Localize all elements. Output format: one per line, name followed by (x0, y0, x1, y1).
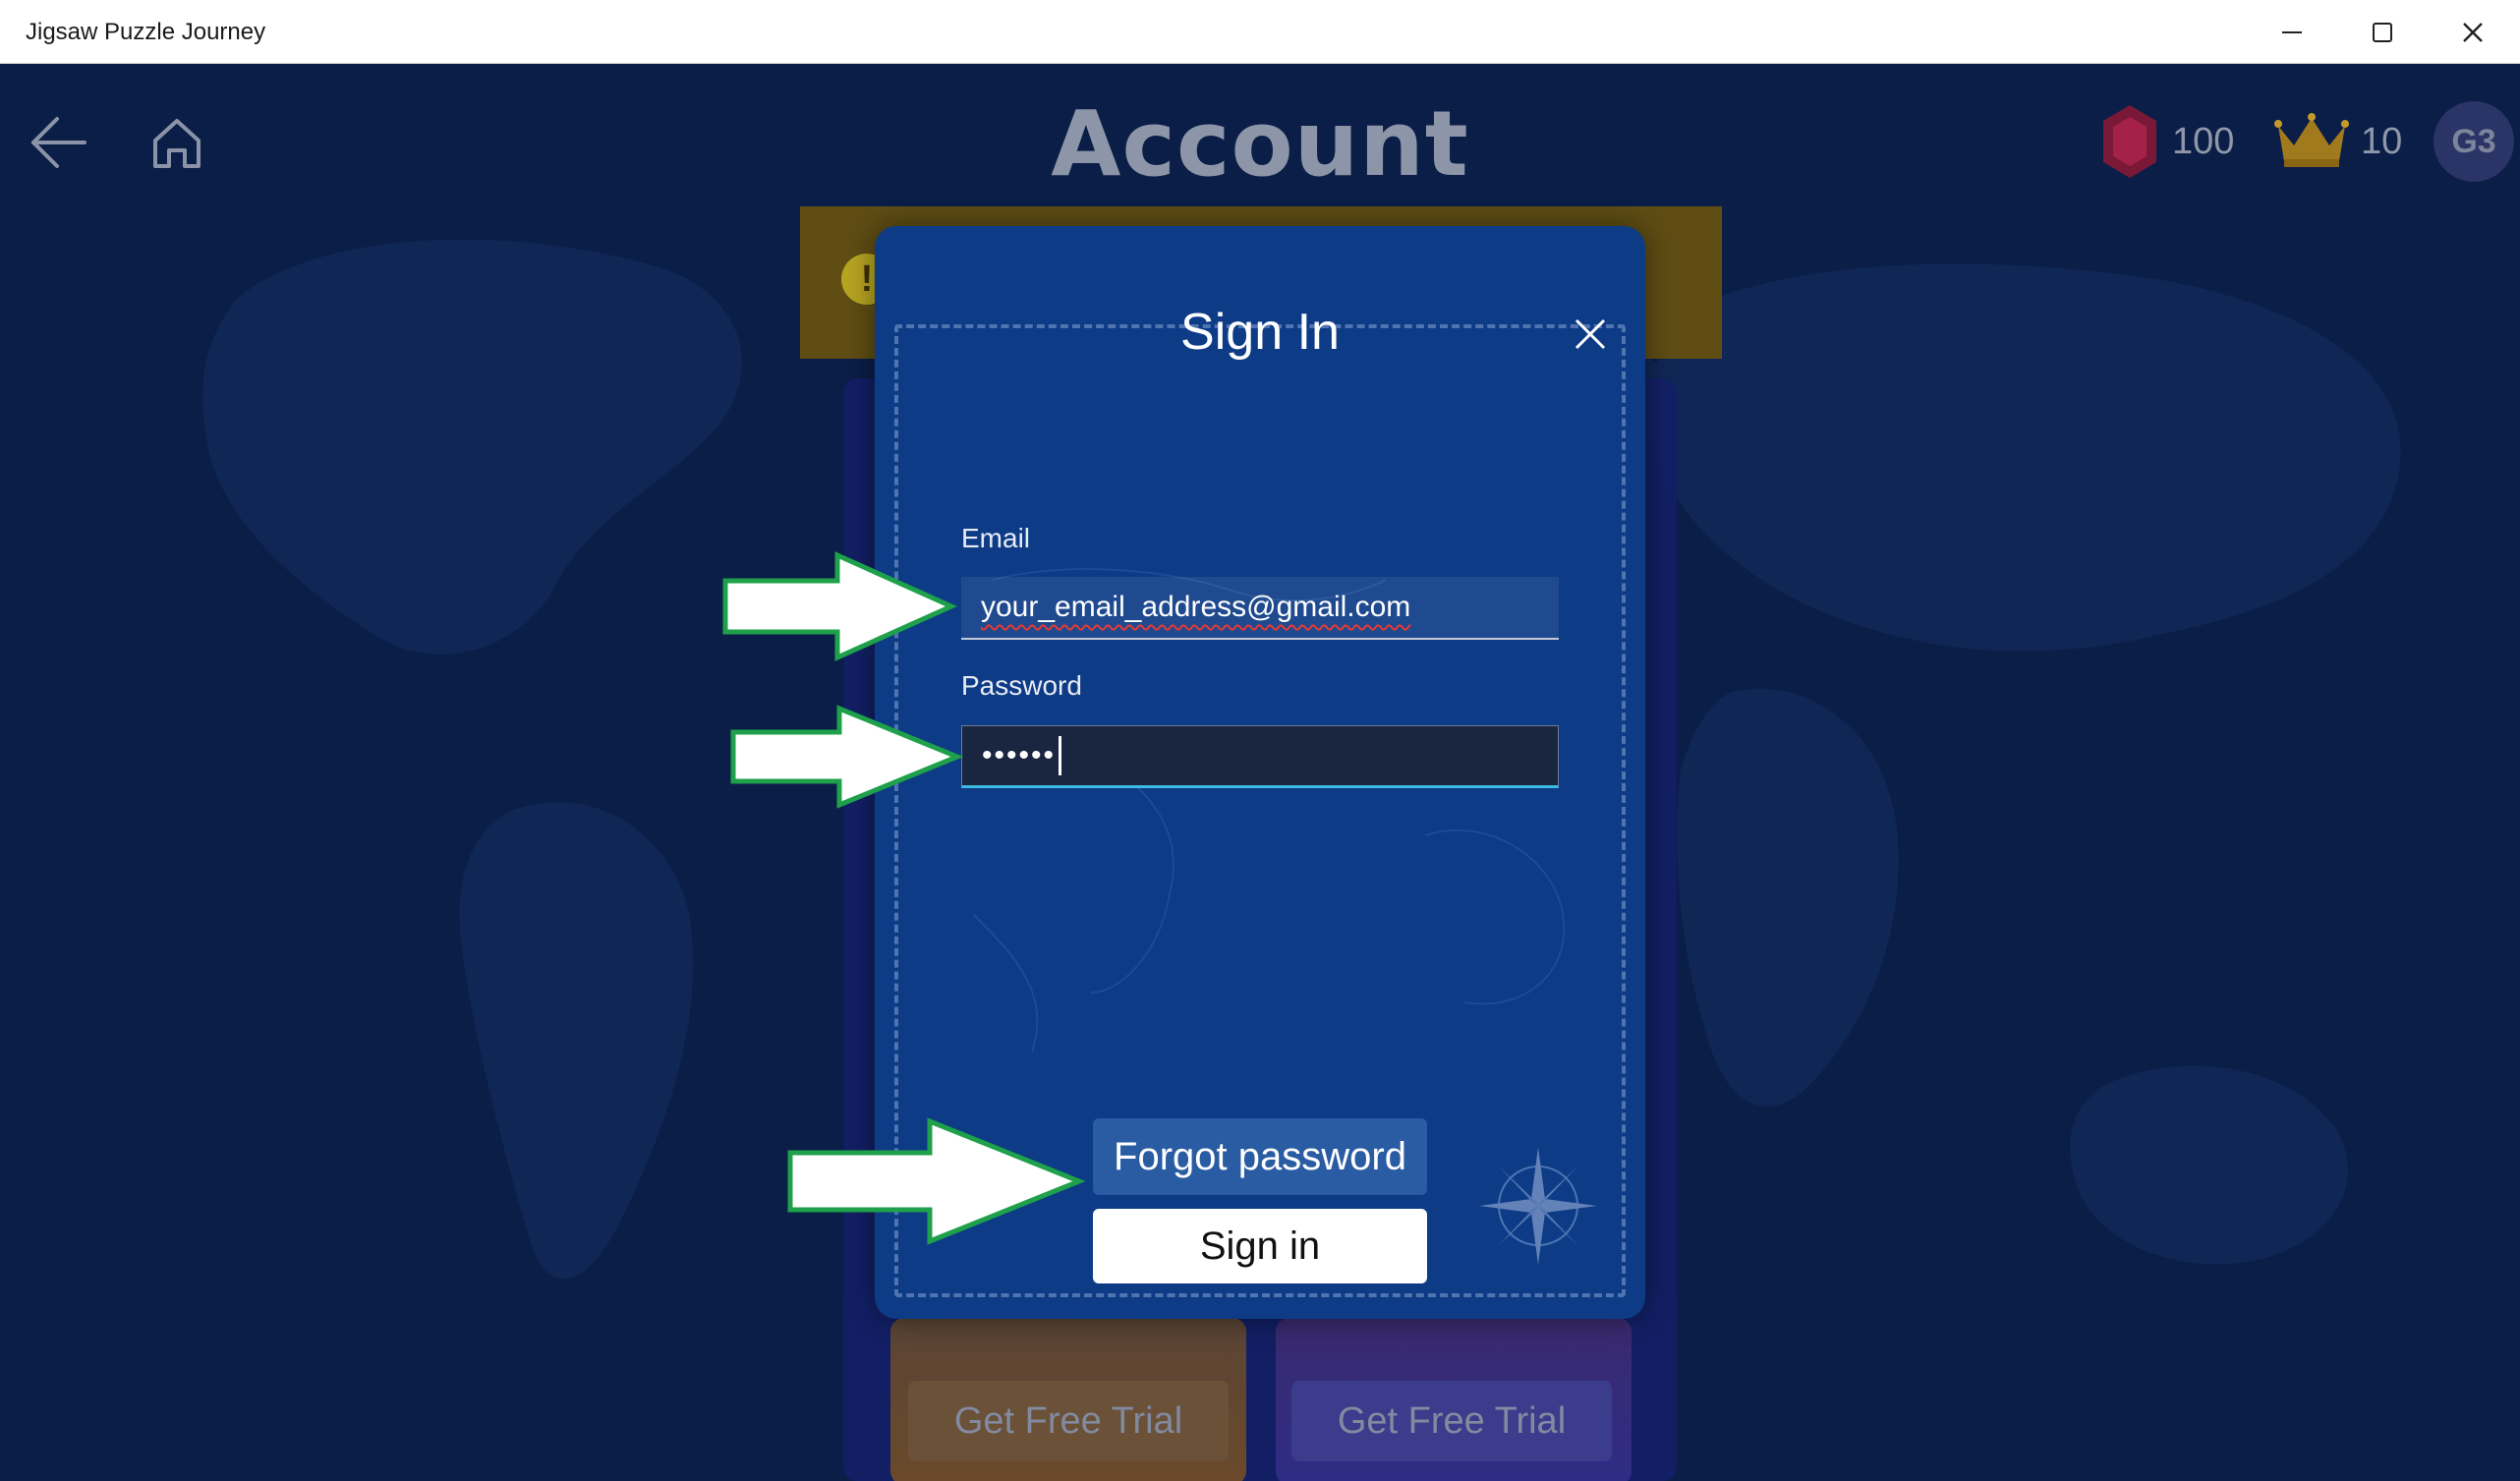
email-field[interactable]: your_email_address@gmail.com (961, 577, 1559, 640)
dialog-close-button[interactable] (1563, 307, 1618, 362)
email-value: your_email_address@gmail.com (981, 591, 1411, 623)
gem-count: 100 (2172, 120, 2235, 162)
close-window-button[interactable] (2428, 0, 2518, 64)
get-free-trial-button[interactable]: Get Free Trial (908, 1381, 1229, 1461)
get-free-trial-button[interactable]: Get Free Trial (1291, 1381, 1612, 1461)
crown-count: 10 (2361, 120, 2403, 162)
window-title: Jigsaw Puzzle Journey (26, 19, 266, 45)
close-icon (2463, 22, 2483, 42)
crown-icon (2274, 113, 2349, 167)
annotation-arrow-sign-in (787, 1117, 1085, 1245)
password-field[interactable]: •••••• (961, 725, 1559, 788)
crown-counter: 10 (2274, 99, 2402, 184)
annotation-arrow-password (730, 705, 963, 809)
window-titlebar: Jigsaw Puzzle Journey (0, 0, 2520, 64)
gem-icon (2103, 105, 2156, 178)
email-label: Email (961, 523, 1031, 553)
avatar[interactable]: G3 (2434, 101, 2514, 182)
password-label: Password (961, 670, 1082, 701)
minimize-button[interactable] (2247, 0, 2337, 64)
password-value: •••••• (982, 739, 1057, 771)
maximize-button[interactable] (2337, 0, 2428, 64)
annotation-arrow-email (722, 551, 957, 661)
close-icon (1575, 318, 1606, 350)
app-area: Account 100 10 G3 ! Get Free Trial Get F… (0, 64, 2520, 1481)
maximize-icon (2373, 22, 2392, 42)
sign-in-button[interactable]: Sign in (1093, 1209, 1427, 1283)
dialog-title: Sign In (1180, 304, 1340, 361)
forgot-password-button[interactable]: Forgot password (1093, 1118, 1427, 1195)
minimize-icon (2282, 30, 2302, 33)
gem-counter: 100 (2099, 99, 2234, 184)
text-caret (1059, 736, 1062, 775)
compass-rose-icon (1479, 1147, 1597, 1265)
